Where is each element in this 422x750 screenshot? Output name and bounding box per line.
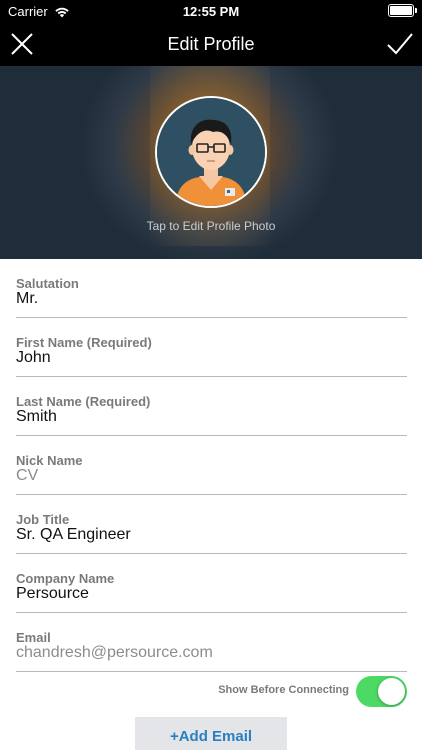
- save-button[interactable]: [386, 30, 414, 58]
- show-before-connecting-toggle[interactable]: [356, 676, 407, 707]
- nick-name-field: Nick Name: [16, 436, 407, 495]
- field-label: Company Name: [16, 571, 115, 586]
- company-name-input[interactable]: [16, 585, 407, 603]
- edit-profile-screen: Carrier 12:55 PM Edit Profile Tap to Edi…: [0, 0, 422, 750]
- salutation-field: Salutation: [16, 259, 407, 318]
- field-label: Salutation: [16, 276, 79, 291]
- add-email-button[interactable]: +Add Email: [135, 717, 287, 750]
- email-input[interactable]: [16, 644, 407, 662]
- company-name-field: Company Name: [16, 554, 407, 613]
- first-name-field: First Name (Required): [16, 318, 407, 377]
- edit-photo-hint[interactable]: Tap to Edit Profile Photo: [0, 219, 422, 233]
- profile-form: Salutation First Name (Required) Last Na…: [0, 259, 422, 712]
- field-label: First Name (Required): [16, 335, 152, 350]
- field-label: Last Name (Required): [16, 394, 151, 409]
- toggle-knob: [378, 678, 405, 705]
- first-name-input[interactable]: [16, 349, 407, 367]
- navigation-bar: Edit Profile: [0, 22, 422, 66]
- avatar-icon: [157, 98, 265, 206]
- job-title-field: Job Title: [16, 495, 407, 554]
- battery-icon: [388, 4, 417, 17]
- page-title: Edit Profile: [167, 34, 255, 54]
- last-name-field: Last Name (Required): [16, 377, 407, 436]
- salutation-input[interactable]: [16, 290, 407, 308]
- show-before-connecting-row: Show Before Connecting: [16, 672, 407, 712]
- status-bar: Carrier 12:55 PM: [0, 0, 422, 22]
- profile-photo[interactable]: [155, 96, 267, 208]
- field-label: Nick Name: [16, 453, 83, 468]
- checkmark-icon: [387, 33, 413, 55]
- profile-header: Tap to Edit Profile Photo: [0, 66, 422, 259]
- field-label: Email: [16, 630, 51, 645]
- field-label: Job Title: [16, 512, 70, 527]
- clock: 12:55 PM: [182, 4, 240, 19]
- last-name-input[interactable]: [16, 408, 407, 426]
- nick-name-input[interactable]: [16, 467, 407, 485]
- job-title-input[interactable]: [16, 526, 407, 544]
- show-before-connecting-label: Show Before Connecting: [218, 684, 349, 696]
- email-field: Email: [16, 613, 407, 672]
